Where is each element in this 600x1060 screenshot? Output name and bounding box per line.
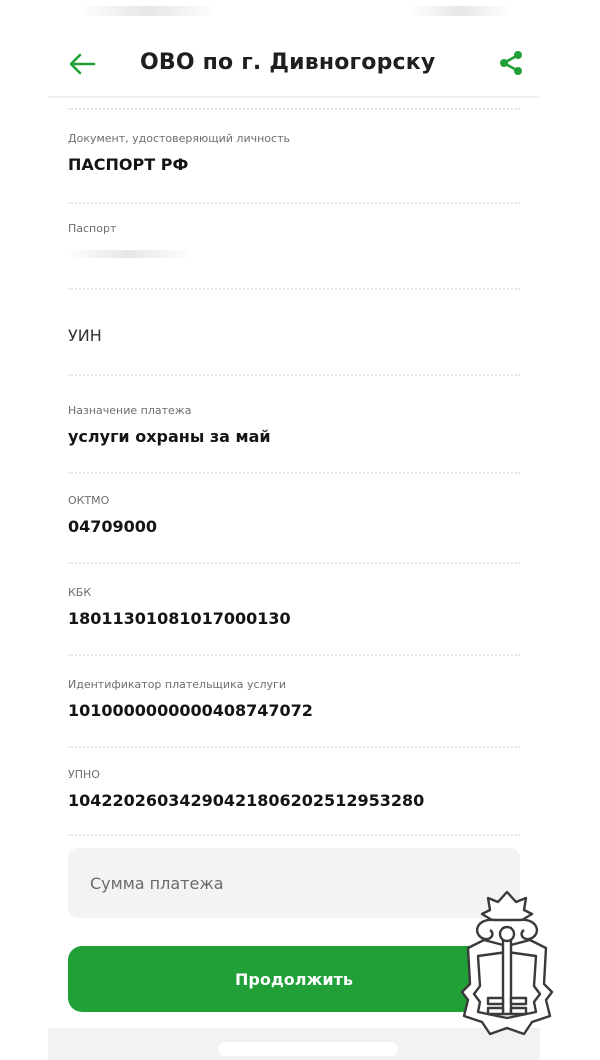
field-oktmo: ОКТМО 04709000 [68, 494, 520, 564]
field-label: Назначение платежа [68, 404, 192, 417]
continue-button[interactable]: Продолжить [68, 946, 520, 1012]
field-kbk: КБК 18011301081017000130 [68, 586, 520, 656]
field-passport[interactable]: Паспорт [68, 222, 520, 290]
field-purpose: Назначение платежа услуги охраны за май [68, 404, 520, 474]
amount-input[interactable] [68, 848, 520, 918]
divider [68, 374, 520, 376]
status-bar [48, 0, 540, 24]
field-value: 18011301081017000130 [68, 609, 291, 628]
field-value: ПАСПОРТ РФ [68, 155, 189, 174]
field-label: УПНО [68, 768, 100, 781]
field-value: 10422026034290421806202512953280 [68, 791, 425, 810]
field-payer-id: Идентификатор плательщика услуги 1010000… [68, 678, 520, 748]
field-label: Паспорт [68, 222, 117, 235]
page-title: ОВО по г. Дивногорску [140, 50, 436, 75]
divider [68, 746, 520, 748]
payment-details-screen: ОВО по г. Дивногорску Документ, удостове… [0, 0, 600, 1060]
field-label: Идентификатор плательщика услуги [68, 678, 286, 691]
field-value: 04709000 [68, 517, 158, 536]
divider [68, 108, 520, 110]
field-value: 1010000000000408747072 [68, 701, 313, 720]
uin-placeholder: УИН [68, 326, 102, 345]
field-label: Документ, удостоверяющий личность [68, 132, 290, 145]
status-bar-left-blurred [78, 6, 218, 16]
divider [68, 288, 520, 290]
arrow-left-icon[interactable] [66, 50, 98, 78]
field-uin[interactable]: УИН [68, 326, 520, 376]
field-document: Документ, удостоверяющий личность ПАСПОР… [68, 132, 520, 204]
bottom-pill [218, 1042, 398, 1056]
field-label: КБК [68, 586, 92, 599]
divider [68, 472, 520, 474]
divider [68, 834, 520, 836]
masked-passport-value [68, 250, 188, 258]
crest-logo-icon [460, 890, 554, 1036]
share-icon[interactable] [496, 48, 526, 78]
field-label: ОКТМО [68, 494, 110, 507]
field-upno: УПНО 10422026034290421806202512953280 [68, 768, 520, 836]
divider [68, 202, 520, 204]
divider [68, 654, 520, 656]
divider [68, 562, 520, 564]
status-bar-right-blurred [410, 6, 510, 16]
header: ОВО по г. Дивногорску [48, 36, 540, 98]
field-value: услуги охраны за май [68, 427, 271, 446]
